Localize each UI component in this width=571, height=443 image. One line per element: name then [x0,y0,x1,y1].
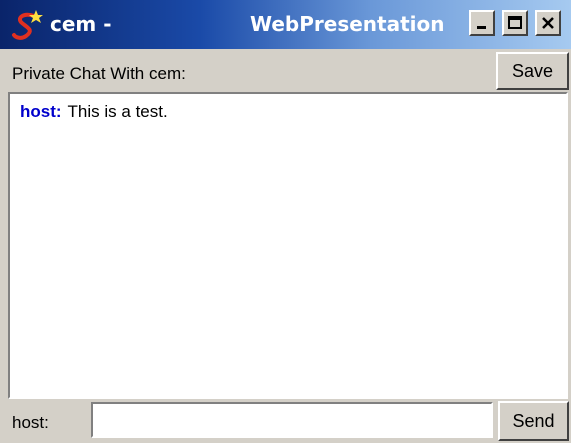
message-input[interactable] [91,402,493,438]
input-user-label: host: [12,413,49,432]
close-button[interactable] [535,10,561,36]
title-bar[interactable]: cem - WebPresentation [0,0,571,49]
chat-transcript[interactable]: host: This is a test. [8,92,568,399]
app-logo-icon [12,10,43,40]
chat-header-label: Private Chat With cem: [12,64,186,83]
chat-message: host: This is a test. [20,102,168,122]
minimize-button[interactable] [469,10,495,36]
save-button[interactable]: Save [496,52,569,90]
close-icon [542,17,554,29]
chat-window: cem - WebPresentation Private Chat With … [0,0,571,443]
send-button[interactable]: Send [498,401,569,441]
maximize-button[interactable] [502,10,528,36]
message-text: This is a test. [67,102,168,121]
minimize-icon [477,26,486,29]
window-title-app: WebPresentation [250,12,445,36]
message-sender: host: [20,102,62,121]
maximize-icon [508,16,522,29]
window-title-user: cem - [50,12,112,36]
